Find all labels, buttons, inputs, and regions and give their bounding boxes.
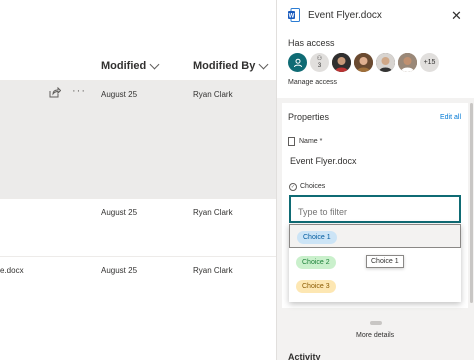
avatar-more[interactable]: +15 <box>420 53 439 72</box>
properties-heading: Properties <box>288 112 330 122</box>
row-file-name[interactable]: e.docx <box>0 266 24 275</box>
name-field-label: Name * <box>299 138 323 145</box>
avatar-photo[interactable] <box>376 53 395 72</box>
avatar-owner[interactable] <box>288 53 307 72</box>
table-row[interactable]: e.docx August 25 Ryan Clark <box>0 257 276 317</box>
person-photo-icon <box>354 53 373 72</box>
more-details-handle[interactable] <box>370 321 382 325</box>
more-details-link[interactable]: More details <box>356 332 394 339</box>
group-icon: ⚇ <box>316 55 323 62</box>
person-photo-icon <box>376 53 395 72</box>
column-header-modified-label: Modified <box>101 60 147 72</box>
column-header-modified-by-label: Modified By <box>193 60 256 72</box>
person-icon <box>293 58 302 67</box>
choice-pill: Choice 1 <box>297 231 337 244</box>
close-icon[interactable]: ✕ <box>451 8 462 24</box>
avatar-photo[interactable] <box>332 53 351 72</box>
chevron-down-icon <box>258 59 269 69</box>
choice-pill: Choice 3 <box>296 280 336 293</box>
has-access-heading: Has access <box>288 38 335 48</box>
row-modified: August 25 <box>101 208 138 217</box>
choice-option[interactable]: Choice 1 <box>289 224 461 248</box>
share-icon[interactable] <box>49 86 62 101</box>
choices-filter-input[interactable] <box>289 195 461 223</box>
choices-field-label: Choices <box>300 183 326 190</box>
panel-header: W Event Flyer.docx ✕ Has access ⚇ 3 +15 … <box>277 0 474 98</box>
avatar-photo[interactable] <box>354 53 373 72</box>
details-panel: W Event Flyer.docx ✕ Has access ⚇ 3 +15 … <box>276 0 474 360</box>
more-options-icon[interactable]: ··· <box>72 85 86 97</box>
word-document-icon: W <box>288 8 300 22</box>
manage-access-link[interactable]: Manage access <box>288 79 337 86</box>
panel-title: Event Flyer.docx <box>308 10 382 21</box>
scrollbar[interactable] <box>470 103 473 303</box>
choice-pill: Choice 2 <box>296 256 336 269</box>
svg-text:W: W <box>289 14 295 20</box>
person-photo-icon <box>332 53 351 72</box>
row-modified-by: Ryan Clark <box>193 266 233 275</box>
row-modified-by: Ryan Clark <box>193 90 233 99</box>
column-header-modified-by[interactable]: Modified By <box>193 59 269 72</box>
table-row[interactable]: August 25 Ryan Clark <box>0 199 276 256</box>
choice-option[interactable]: Choice 3 <box>289 274 461 298</box>
row-modified: August 25 <box>101 266 138 275</box>
name-field-value[interactable]: Event Flyer.docx <box>290 156 357 166</box>
file-list: Modified Modified By ··· August 25 Ryan … <box>0 0 276 360</box>
table-row[interactable]: ··· August 25 Ryan Clark <box>0 81 276 198</box>
person-photo-icon <box>398 53 417 72</box>
chevron-down-icon <box>149 59 160 69</box>
activity-heading: Activity <box>288 352 321 360</box>
column-header-modified[interactable]: Modified <box>101 59 160 72</box>
tooltip: Choice 1 <box>366 255 404 268</box>
row-modified-by: Ryan Clark <box>193 208 233 217</box>
edit-all-link[interactable]: Edit all <box>440 114 461 121</box>
properties-card: Properties Edit all Name * Event Flyer.d… <box>282 103 468 308</box>
avatar-group[interactable]: ⚇ 3 <box>310 53 329 72</box>
avatar-photo[interactable] <box>398 53 417 72</box>
choice-icon: ✓ <box>289 183 297 191</box>
row-modified: August 25 <box>101 90 138 99</box>
document-icon <box>288 137 295 146</box>
group-count: 3 <box>317 62 322 69</box>
